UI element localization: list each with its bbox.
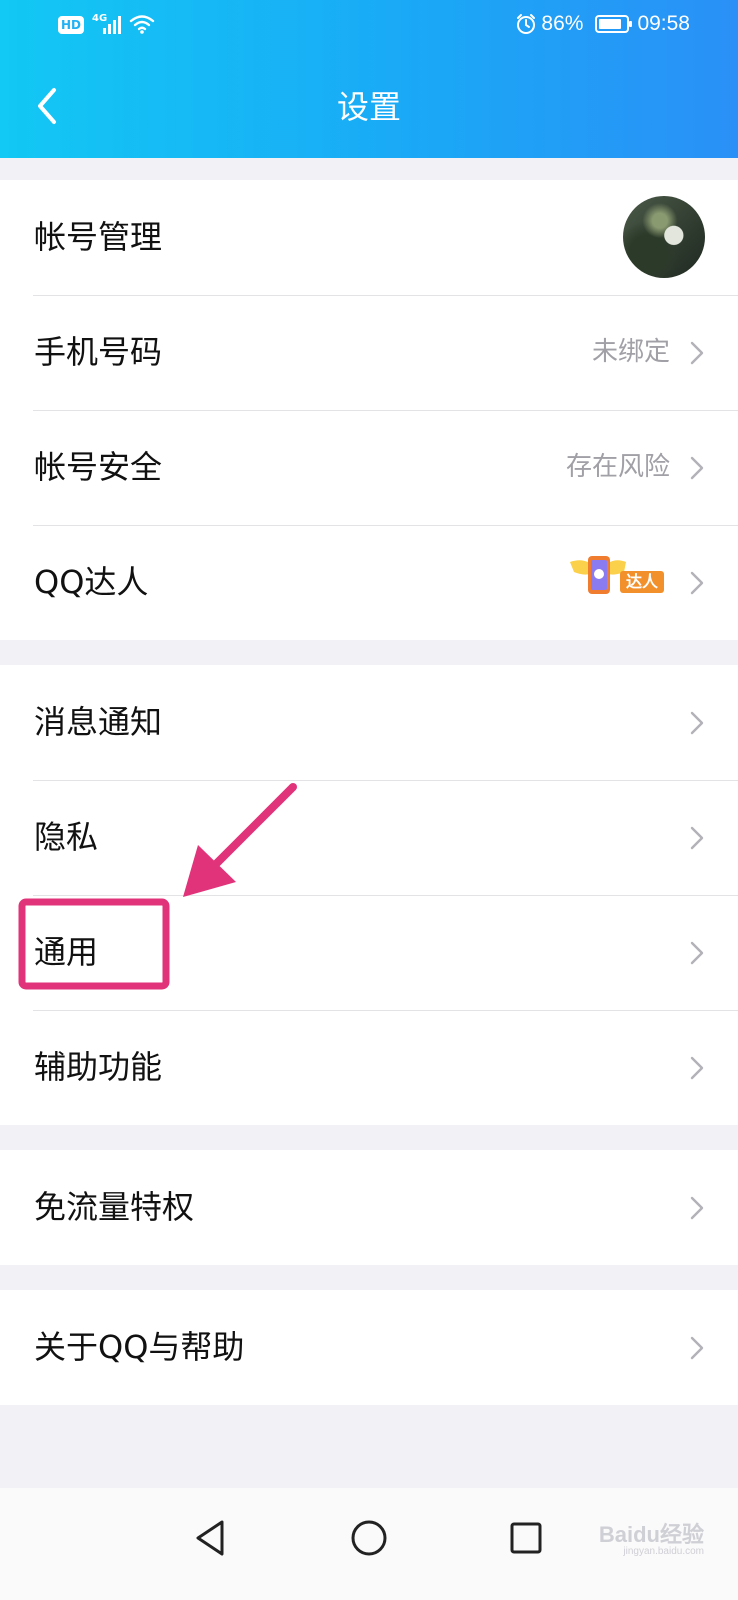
phone-number-row[interactable]: 手机号码 未绑定 [0, 295, 738, 410]
watermark-brand: Baidu经验 [598, 1522, 704, 1547]
qq-daren-label: QQ达人 [34, 563, 149, 601]
battery-percent: 86% [541, 12, 584, 35]
phone-number-label: 手机号码 [34, 333, 163, 371]
about-group: 关于QQ与帮助 [0, 1290, 738, 1405]
privacy-row[interactable]: 隐私 [0, 780, 738, 895]
accessibility-label: 辅助功能 [34, 1048, 163, 1086]
status-bar: HD 4G 86% 09:58 [0, 0, 738, 56]
header: HD 4G 86% 09:58 设置 [0, 0, 738, 158]
nav-recents-icon[interactable] [496, 1508, 556, 1568]
phone-number-value: 未绑定 [591, 337, 670, 367]
accessibility-row[interactable]: 辅助功能 [0, 1010, 738, 1125]
chevron-right-icon [690, 1056, 704, 1080]
daren-badge-text: 达人 [619, 571, 664, 593]
avatar [623, 196, 705, 278]
account-group: 帐号管理 手机号码 未绑定 帐号安全 存在风险 QQ达人 达人 [0, 180, 738, 640]
page-title: 设置 [336, 88, 401, 126]
notifications-row[interactable]: 消息通知 [0, 665, 738, 780]
wifi-icon [129, 15, 155, 34]
general-label: 通用 [34, 933, 99, 971]
battery-fill [599, 19, 622, 29]
chevron-right-icon [690, 1196, 704, 1220]
status-right: 86% 09:58 [515, 12, 690, 36]
status-left: HD 4G [58, 13, 155, 34]
notifications-label: 消息通知 [34, 703, 163, 741]
chevron-right-icon [690, 571, 704, 595]
free-traffic-row[interactable]: 免流量特权 [0, 1150, 738, 1265]
data-group: 免流量特权 [0, 1150, 738, 1265]
clock: 09:58 [637, 12, 690, 35]
watermark-url: jingyan.baidu.com [623, 1546, 704, 1557]
chevron-right-icon [690, 341, 704, 365]
about-help-label: 关于QQ与帮助 [34, 1328, 245, 1366]
account-manage-label: 帐号管理 [34, 218, 163, 256]
account-security-row[interactable]: 帐号安全 存在风险 [0, 410, 738, 525]
account-security-value: 存在风险 [565, 452, 670, 482]
general-group: 消息通知 隐私 通用 辅助功能 [0, 665, 738, 1125]
battery-icon [595, 15, 633, 33]
chevron-right-icon [690, 711, 704, 735]
chevron-right-icon [690, 1336, 704, 1360]
chevron-right-icon [690, 941, 704, 965]
baidu-watermark: Baidu经验 jingyan.baidu.com [599, 1524, 704, 1558]
chevron-right-icon [690, 456, 704, 480]
account-security-label: 帐号安全 [34, 448, 163, 486]
account-manage-row[interactable]: 帐号管理 [0, 180, 738, 295]
general-row[interactable]: 通用 [0, 895, 738, 1010]
privacy-label: 隐私 [34, 818, 99, 856]
free-traffic-label: 免流量特权 [34, 1188, 195, 1226]
qq-daren-row[interactable]: QQ达人 达人 [0, 525, 738, 640]
chevron-right-icon [690, 826, 704, 850]
about-help-row[interactable]: 关于QQ与帮助 [0, 1290, 738, 1405]
alarm-icon [517, 14, 536, 34]
hd-badge: HD [58, 16, 85, 34]
nav-bar: 设置 [0, 56, 738, 158]
nav-home-icon[interactable] [339, 1508, 399, 1568]
network-label: 4G [92, 13, 108, 24]
system-nav-bar: Baidu经验 jingyan.baidu.com [0, 1488, 738, 1600]
nav-back-icon[interactable] [182, 1508, 242, 1568]
